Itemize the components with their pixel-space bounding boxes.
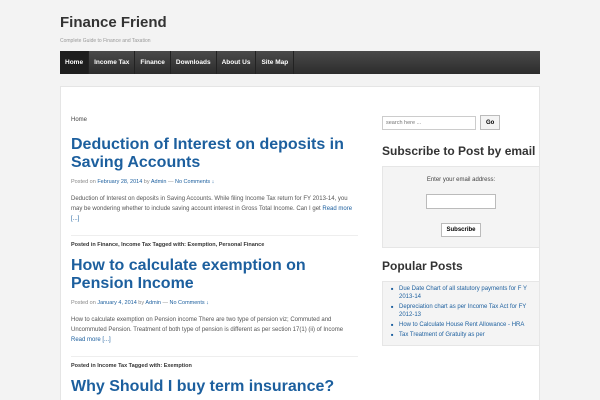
nav-site-map[interactable]: Site Map [256,51,295,74]
post-meta: Posted on January 4, 2014 by Admin — No … [71,300,358,306]
nav-about-us[interactable]: About Us [217,51,257,74]
meta-by: by [143,179,150,185]
nav-downloads[interactable]: Downloads [171,51,217,74]
popular-posts-box: Due Date Chart of all statutory payments… [382,281,540,346]
post-title[interactable]: How to calculate exemption on Pension In… [71,257,358,293]
excerpt-text: Deduction of Interest on deposits in Sav… [71,196,348,212]
nav-home[interactable]: Home [60,51,90,74]
subscribe-button[interactable]: Subscribe [441,223,481,237]
read-more-link[interactable]: Read more [...] [71,337,111,343]
post-title[interactable]: Deduction of Interest on deposits in Sav… [71,136,358,172]
site-description: Complete Guide to Finance and Taxation [60,38,151,44]
post-tags-text[interactable]: Posted in Finance, Income Tax Tagged wit… [71,242,264,248]
search-button[interactable]: Go [480,115,501,130]
post-title[interactable]: Why Should I buy term insurance? [71,378,358,396]
post-author-link[interactable]: Admin [151,179,167,185]
post: Deduction of Interest on deposits in Sav… [71,136,358,248]
post-excerpt: How to calculate exemption on Pension in… [71,315,358,345]
meta-dash: — [167,179,174,185]
subscribe-box: Enter your email address: Subscribe [382,166,540,248]
search-form: Go [382,115,540,130]
nav-finance[interactable]: Finance [135,51,171,74]
post: Why Should I buy term insurance? [71,378,358,396]
excerpt-text: How to calculate exemption on Pension in… [71,317,344,333]
post-date-link[interactable]: January 4, 2014 [97,300,136,306]
sidebar: Go Subscribe to Post by email Enter your… [382,105,540,346]
meta-by: by [138,300,145,306]
nav-income-tax[interactable]: Income Tax [89,51,136,74]
popular-post-link[interactable]: Due Date Chart of all statutory payments… [391,285,531,301]
main-nav: Home Income Tax Finance Downloads About … [60,51,540,74]
popular-posts-list: Due Date Chart of all statutory payments… [391,285,531,339]
popular-post-link[interactable]: Depreciation chart as per Income Tax Act… [391,303,531,319]
post-comments-link[interactable]: No Comments ↓ [175,179,214,185]
popular-post-link[interactable]: How to Calculate House Rent Allowance - … [391,321,531,329]
meta-dash: — [162,300,168,306]
post-meta: Posted on February 28, 2014 by Admin — N… [71,179,358,185]
meta-prefix: Posted on [71,300,96,306]
post-tags: Posted in Income Tax Tagged with: Exempt… [71,356,358,369]
email-field[interactable] [426,194,496,209]
post-date-link[interactable]: February 28, 2014 [97,179,142,185]
search-input[interactable] [382,115,476,130]
post: How to calculate exemption on Pension In… [71,257,358,369]
site-title[interactable]: Finance Friend [60,14,167,31]
page-container: Home Deduction of Interest on deposits i… [60,86,540,400]
popular-post-link[interactable]: Tax Treatment of Gratuity as per [391,331,531,339]
subscribe-label: Enter your email address: [426,177,496,183]
post-comments-link[interactable]: No Comments ↓ [170,300,209,306]
main-content: Home Deduction of Interest on deposits i… [71,117,358,400]
post-tags-text[interactable]: Posted in Income Tax Tagged with: Exempt… [71,363,192,369]
breadcrumb[interactable]: Home [71,117,358,123]
popular-posts-title: Popular Posts [382,259,463,273]
meta-prefix: Posted on [71,179,96,185]
post-tags: Posted in Finance, Income Tax Tagged wit… [71,235,358,248]
post-excerpt: Deduction of Interest on deposits in Sav… [71,194,358,224]
post-author-link[interactable]: Admin [145,300,161,306]
subscribe-title: Subscribe to Post by email [382,144,536,158]
